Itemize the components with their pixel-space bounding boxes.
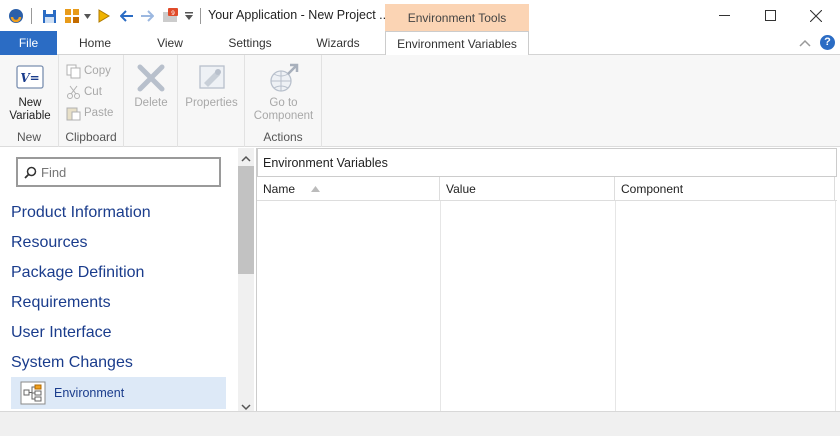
nav-item-environment[interactable]: Environment <box>11 377 226 409</box>
environment-icon <box>20 381 46 405</box>
scroll-up-icon[interactable] <box>241 151 251 165</box>
notification-icon[interactable]: 9 <box>160 6 182 26</box>
navigation-pane: Product Information Resources Package De… <box>0 148 238 411</box>
tab-wizards[interactable]: Wizards <box>302 31 374 55</box>
nav-scrollbar[interactable] <box>238 148 254 411</box>
column-header-name[interactable]: Name <box>257 177 440 201</box>
title-bar: 9 Your Application - New Project ... Env… <box>0 0 840 31</box>
tab-environment-variables[interactable]: Environment Variables <box>385 31 529 56</box>
cut-button[interactable]: Cut <box>66 82 102 102</box>
svg-text:V=: V= <box>20 71 39 85</box>
go-to-component-label: Go to Component <box>253 97 314 122</box>
nav-item-resources[interactable]: Resources <box>11 234 87 252</box>
ribbon-group-label: Clipboard <box>65 130 117 144</box>
column-name-label: Name <box>263 182 296 196</box>
app-logo-icon[interactable] <box>6 6 26 26</box>
properties-button[interactable]: Properties <box>180 59 243 110</box>
tab-view[interactable]: View <box>142 31 198 55</box>
nav-item-system-changes[interactable]: System Changes <box>11 354 133 372</box>
go-to-component-button[interactable]: Go to Component <box>249 59 318 123</box>
ribbon: V= New Variable New Copy Cut Paste Clipb… <box>0 55 840 147</box>
properties-icon <box>180 59 243 97</box>
qat-separator <box>31 8 32 24</box>
status-bar <box>0 411 840 436</box>
collapse-ribbon-icon[interactable] <box>799 36 811 50</box>
nav-item-user-interface[interactable]: User Interface <box>11 324 111 342</box>
scissors-icon <box>67 85 80 99</box>
panel-title: Environment Variables <box>257 148 837 177</box>
back-arrow-icon[interactable] <box>118 6 136 26</box>
new-variable-button[interactable]: V= New Variable <box>4 59 56 123</box>
search-icon <box>24 166 37 179</box>
customize-qat-icon[interactable] <box>183 6 195 26</box>
paste-label: Paste <box>84 107 114 119</box>
ribbon-group-delete: Delete <box>124 55 178 147</box>
ribbon-group-label: New <box>16 130 41 144</box>
go-to-component-icon <box>249 59 318 97</box>
column-divider <box>835 201 836 411</box>
paste-button[interactable]: Paste <box>66 103 113 123</box>
context-tab-group-header: Environment Tools <box>385 4 529 31</box>
ribbon-group-label: Actions <box>263 130 303 144</box>
new-variable-icon: V= <box>4 59 56 97</box>
cut-label: Cut <box>84 86 102 98</box>
delete-label: Delete <box>134 97 168 109</box>
copy-icon <box>66 64 81 78</box>
scroll-thumb[interactable] <box>238 166 254 274</box>
tab-file[interactable]: File <box>0 31 57 55</box>
dropdown-arrow-icon[interactable] <box>82 6 92 26</box>
ribbon-group-new: V= New Variable New <box>0 55 59 147</box>
title-separator <box>200 8 201 24</box>
ribbon-tabs: File Home View Settings Wizards Environm… <box>0 31 840 56</box>
column-divider <box>615 201 616 411</box>
forward-arrow-icon[interactable] <box>138 6 156 26</box>
find-box[interactable] <box>16 157 221 187</box>
tab-home[interactable]: Home <box>66 31 124 55</box>
tab-settings[interactable]: Settings <box>214 31 286 55</box>
sort-ascending-icon <box>311 186 320 192</box>
run-icon[interactable] <box>94 6 114 26</box>
delete-icon <box>128 59 174 97</box>
delete-button[interactable]: Delete <box>128 59 174 110</box>
nav-item-product-information[interactable]: Product Information <box>11 204 151 222</box>
nav-item-requirements[interactable]: Requirements <box>11 294 111 312</box>
find-input[interactable] <box>41 164 211 180</box>
ribbon-group-clipboard: Copy Cut Paste Clipboard <box>59 55 124 147</box>
nav-item-package-definition[interactable]: Package Definition <box>11 264 144 282</box>
column-header-value[interactable]: Value <box>440 177 615 201</box>
paste-icon <box>66 107 81 120</box>
column-header-component[interactable]: Component <box>615 177 835 201</box>
help-icon[interactable]: ? <box>820 35 835 50</box>
ribbon-group-actions: Go to Component Actions <box>245 55 322 147</box>
maximize-button[interactable] <box>747 0 793 31</box>
close-button[interactable] <box>793 0 839 31</box>
properties-label: Properties <box>185 97 238 109</box>
ribbon-group-properties: Properties <box>178 55 245 147</box>
minimize-button[interactable] <box>701 0 747 31</box>
copy-button[interactable]: Copy <box>66 61 111 81</box>
build-icon[interactable] <box>62 6 82 26</box>
column-divider <box>440 201 441 411</box>
grid-header: Name Value Component <box>257 177 837 201</box>
nav-item-environment-label: Environment <box>54 386 125 400</box>
svg-text:9: 9 <box>171 10 175 17</box>
save-icon[interactable] <box>38 6 60 26</box>
content-pane: Environment Variables Name Value Compone… <box>256 148 840 411</box>
window-title: Your Application - New Project ... <box>208 8 390 22</box>
copy-label: Copy <box>84 65 111 77</box>
new-variable-label: New Variable <box>9 97 51 122</box>
